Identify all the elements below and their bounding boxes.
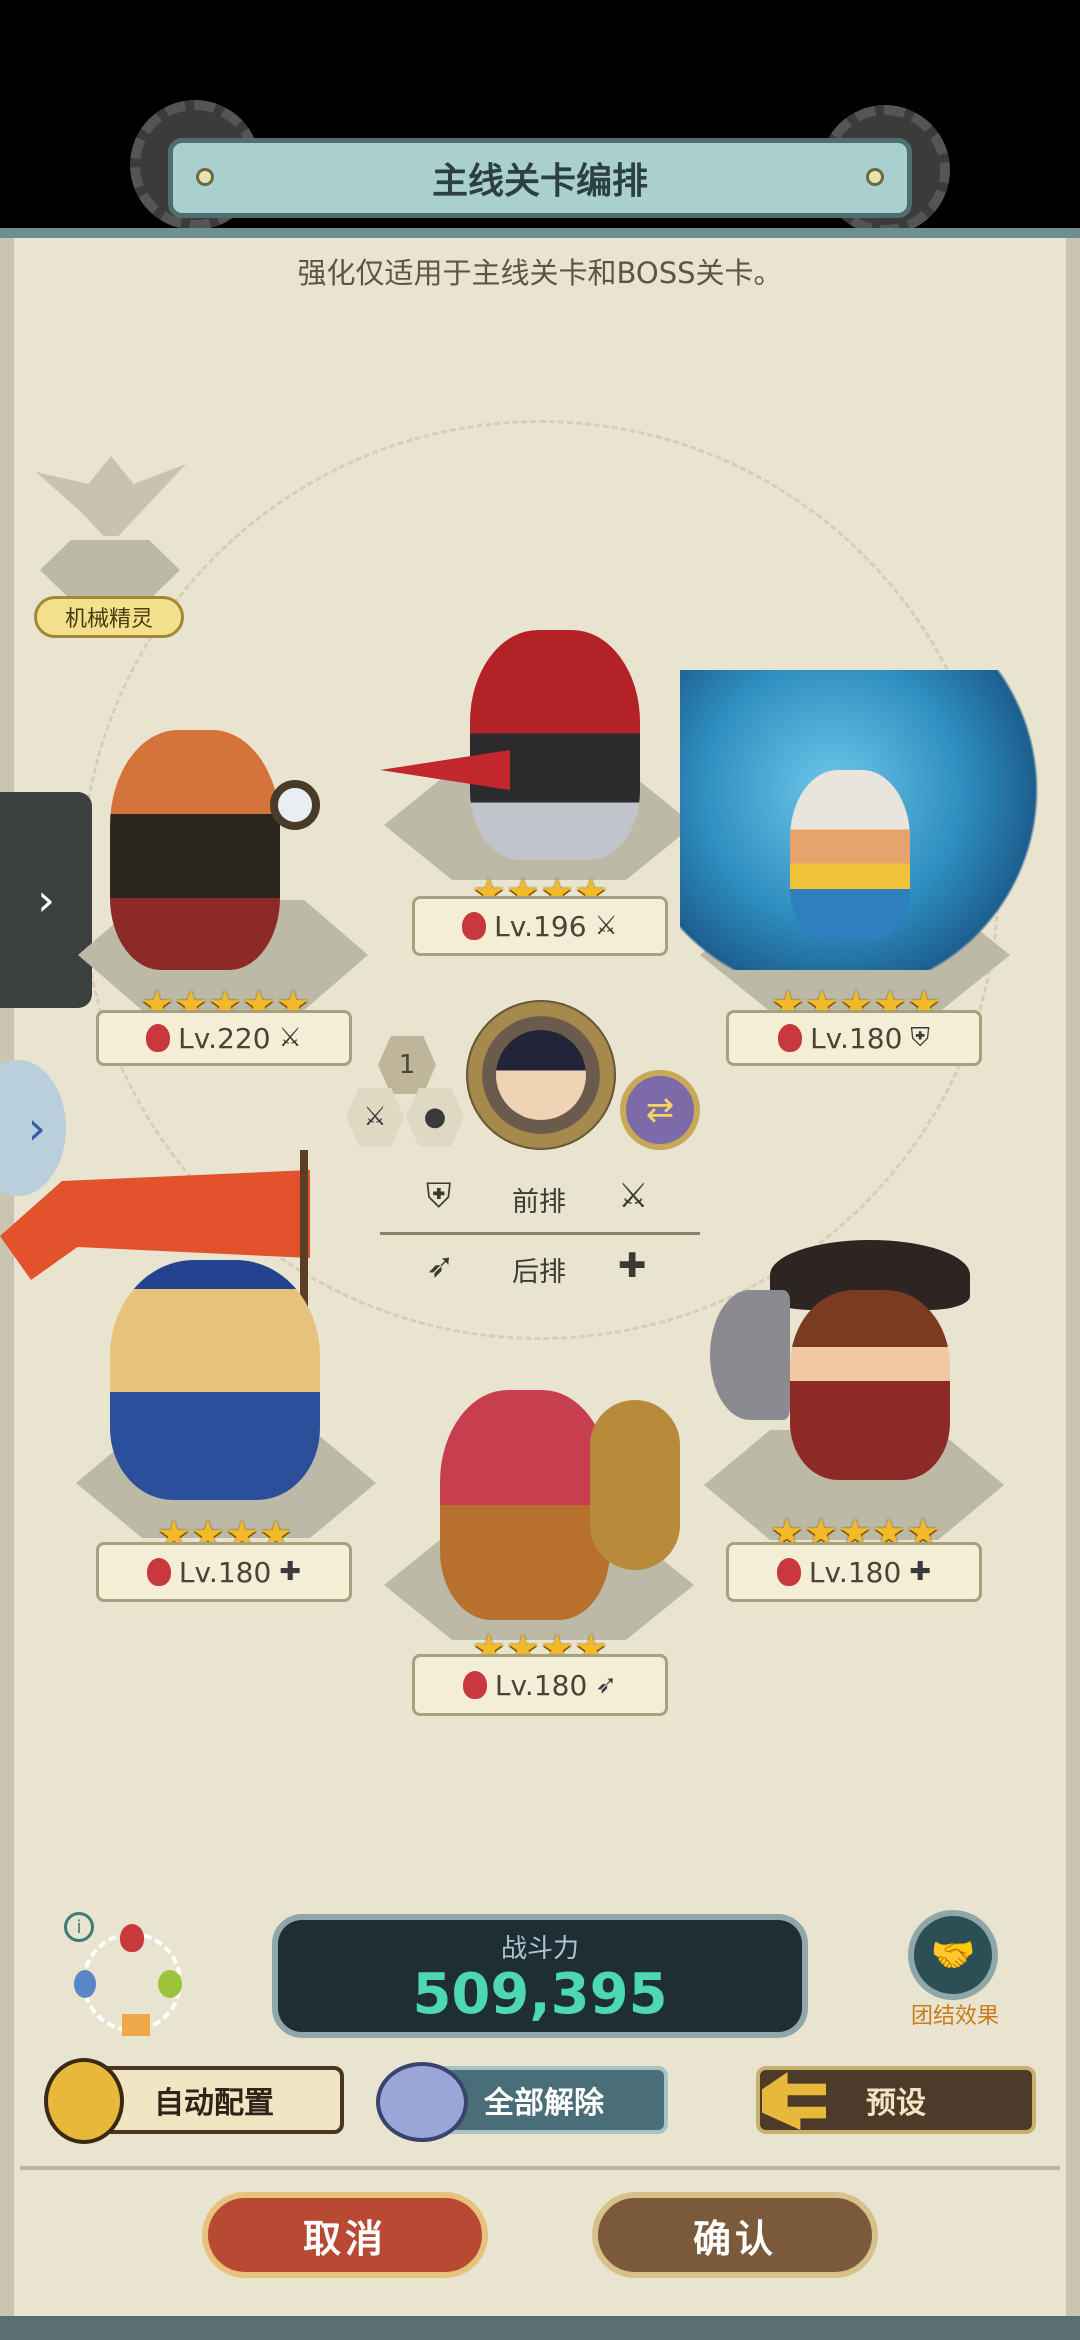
- hero-slot-flag-girl[interactable]: ★★★★ Lv.180 ✚: [0, 1150, 380, 1610]
- bow-role-icon: ➶: [595, 1670, 618, 1700]
- heal-cross-icon: ✚: [618, 1246, 647, 1286]
- axe-icon: [710, 1290, 790, 1420]
- hero-sprite-flag-girl: [110, 1260, 320, 1500]
- hero-sprite-cowboy: [790, 1290, 950, 1480]
- fire-element-icon: [776, 1558, 801, 1586]
- hero-sprite-red-panda: [110, 730, 280, 970]
- pet-label-text: 机械精灵: [64, 607, 153, 632]
- front-row-label: 前排: [512, 1187, 566, 1218]
- combat-power-label: 战斗力: [500, 1934, 579, 1964]
- fire-element-icon: [462, 1671, 487, 1699]
- magnifier-icon: [270, 780, 320, 830]
- combat-power-panel: 战斗力 509,395: [272, 1914, 808, 2038]
- page-title: 主线关卡编排: [168, 138, 912, 218]
- leader-portrait[interactable]: [466, 1000, 616, 1150]
- auto-config-button[interactable]: 自动配置: [44, 2058, 344, 2144]
- divider: [380, 1232, 700, 1235]
- heal-role-icon: ✚: [909, 1557, 932, 1587]
- rivet-left: [196, 168, 214, 186]
- hero-level-text: Lv.196: [494, 909, 587, 943]
- shield-role-icon: ⛨: [910, 1022, 930, 1053]
- shield-icon: ⛨: [426, 1176, 452, 1216]
- page-title-text: 主线关卡编排: [431, 161, 648, 202]
- handshake-icon: 🤝: [908, 1910, 998, 2000]
- hero-level-badge: Lv.196 ⚔: [412, 896, 668, 956]
- fire-element-icon: [146, 1558, 171, 1586]
- bow-icon: ➶: [426, 1246, 455, 1286]
- hero-slot-red-panda[interactable]: ★★★★★ Lv.220 ⚔: [70, 700, 380, 1080]
- confirm-button[interactable]: 确认: [592, 2192, 878, 2278]
- hero-level-badge: Lv.180 ✚: [96, 1542, 352, 1602]
- back-row-label: 后排: [512, 1257, 566, 1288]
- fire-element-icon: [778, 1024, 803, 1052]
- swap-icon: ⇄: [645, 1090, 675, 1130]
- pet-label[interactable]: 机械精灵: [34, 596, 184, 638]
- sword-role-icon: ⚔: [594, 911, 618, 941]
- hero-sprite-dragon-girl: [790, 770, 910, 940]
- cancel-button[interactable]: 取消: [202, 2192, 488, 2278]
- wind-element-icon: [158, 1970, 182, 1998]
- orb-icon: ●: [423, 1102, 447, 1132]
- clear-all-label: 全部解除: [484, 2086, 604, 2121]
- sword-icon: ⚔: [618, 1176, 649, 1216]
- unlink-icon: [376, 2062, 468, 2142]
- hero-level-text: Lv.180: [494, 1668, 588, 1702]
- swap-leader-button[interactable]: ⇄: [620, 1070, 700, 1150]
- hero-level-text: Lv.180: [808, 1555, 902, 1589]
- element-wheel[interactable]: [74, 1924, 182, 2036]
- auto-config-label: 自动配置: [154, 2086, 274, 2121]
- hero-level-badge: Lv.180 ➶: [412, 1654, 668, 1716]
- sword-icon: ⚔: [363, 1102, 387, 1132]
- flag-icon: [0, 1170, 310, 1280]
- team-effect-button[interactable]: 🤝 团结效果: [900, 1910, 1010, 2029]
- fire-element-icon: [120, 1924, 144, 1952]
- hero-slot-cowboy[interactable]: ★★★★★ Lv.180 ✚: [700, 1230, 1040, 1610]
- hero-slot-red-hair[interactable]: ★★★★ Lv.196 ⚔: [380, 620, 700, 960]
- combat-power-value: 509,395: [412, 1962, 668, 2027]
- hero-level-text: Lv.180: [810, 1021, 903, 1055]
- hero-slot-dragon-girl[interactable]: ★★★★★ Lv.180 ⛨: [660, 660, 1080, 1080]
- heal-role-icon: ✚: [279, 1557, 302, 1587]
- preset-button[interactable]: 预设: [756, 2066, 1036, 2140]
- earth-element-icon: [122, 2014, 150, 2036]
- chevron-right-icon: ›: [27, 1101, 46, 1155]
- cancel-label: 取消: [302, 2216, 387, 2261]
- team-effect-label: 团结效果: [910, 2004, 999, 2029]
- hero-sprite-snake-girl: [440, 1390, 610, 1620]
- sword-role-icon: ⚔: [278, 1023, 302, 1053]
- info-icon[interactable]: i: [64, 1912, 94, 1942]
- fire-element-icon: [146, 1024, 171, 1052]
- chevron-right-icon: ›: [37, 874, 55, 926]
- hero-level-badge: Lv.180 ⛨: [726, 1010, 982, 1066]
- fire-element-icon: [462, 912, 487, 940]
- hero-level-text: Lv.180: [178, 1555, 272, 1589]
- divider: [20, 2166, 1060, 2170]
- hero-level-text: Lv.220: [178, 1021, 271, 1055]
- confirm-label: 确认: [692, 2216, 777, 2261]
- leader-face-icon: [496, 1030, 586, 1120]
- gear-moon-icon: [44, 2058, 124, 2144]
- clear-all-button[interactable]: 全部解除: [376, 2062, 668, 2142]
- rivet-right: [866, 168, 884, 186]
- bottom-edge: [0, 2316, 1080, 2340]
- subtitle: 强化仅适用于主线关卡和BOSS关卡。: [297, 256, 783, 290]
- hero-sprite-red-hair: [470, 630, 640, 860]
- hero-level-badge: Lv.220 ⚔: [96, 1010, 352, 1066]
- hero-level-badge: Lv.180 ✚: [726, 1542, 982, 1602]
- slot-number-text: 1: [398, 1050, 416, 1080]
- snake-icon: [590, 1400, 680, 1570]
- water-element-icon: [74, 1970, 96, 1998]
- hero-slot-snake-girl[interactable]: ★★★★ Lv.180 ➶: [380, 1380, 710, 1720]
- preset-label: 预设: [866, 2086, 926, 2121]
